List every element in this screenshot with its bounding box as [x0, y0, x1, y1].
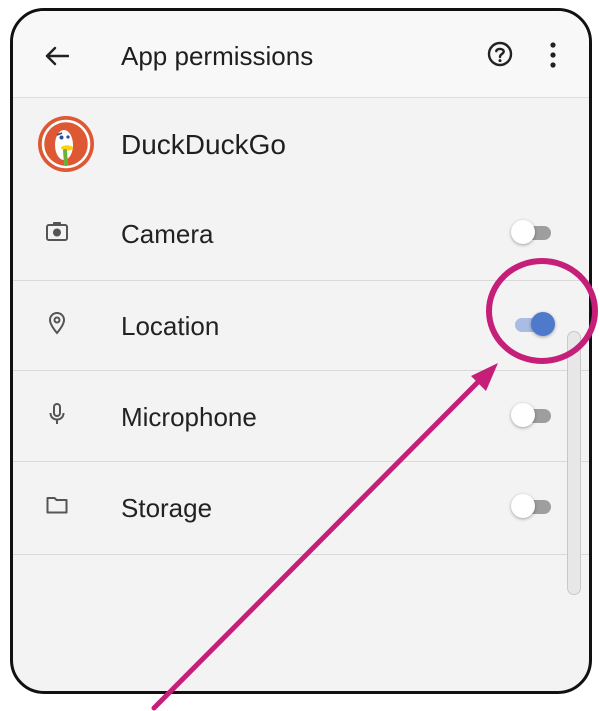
help-icon[interactable]	[486, 40, 514, 68]
location-toggle[interactable]	[509, 310, 557, 338]
switch-thumb	[511, 403, 535, 427]
permission-row-location[interactable]: Location	[13, 280, 589, 371]
camera-toggle[interactable]	[509, 218, 557, 246]
phone-screen: App permissions DuckDuckGo Camera Locati…	[10, 8, 592, 694]
switch-thumb	[531, 312, 555, 336]
page-title: App permissions	[121, 41, 314, 71]
permission-label: Camera	[121, 219, 214, 249]
microphone-icon	[49, 403, 65, 424]
permission-row-camera[interactable]: Camera	[13, 188, 589, 281]
storage-toggle[interactable]	[509, 492, 557, 520]
microphone-toggle[interactable]	[509, 401, 557, 429]
back-arrow-icon[interactable]	[45, 46, 69, 66]
switch-thumb	[511, 220, 535, 244]
folder-icon	[46, 497, 68, 514]
permission-row-microphone[interactable]: Microphone	[13, 371, 589, 462]
app-header-row: DuckDuckGo	[13, 101, 589, 191]
location-pin-icon	[48, 311, 66, 335]
permission-label: Location	[121, 311, 220, 341]
app-bar: App permissions	[13, 11, 589, 98]
permission-row-storage[interactable]: Storage	[13, 462, 589, 555]
app-name: DuckDuckGo	[121, 129, 286, 160]
scrollbar[interactable]	[567, 331, 581, 595]
camera-icon	[46, 222, 68, 241]
permission-label: Storage	[121, 493, 213, 523]
permission-label: Microphone	[121, 402, 257, 432]
switch-thumb	[511, 494, 535, 518]
more-options-icon[interactable]	[549, 41, 557, 69]
duckduckgo-logo-icon	[38, 116, 94, 172]
